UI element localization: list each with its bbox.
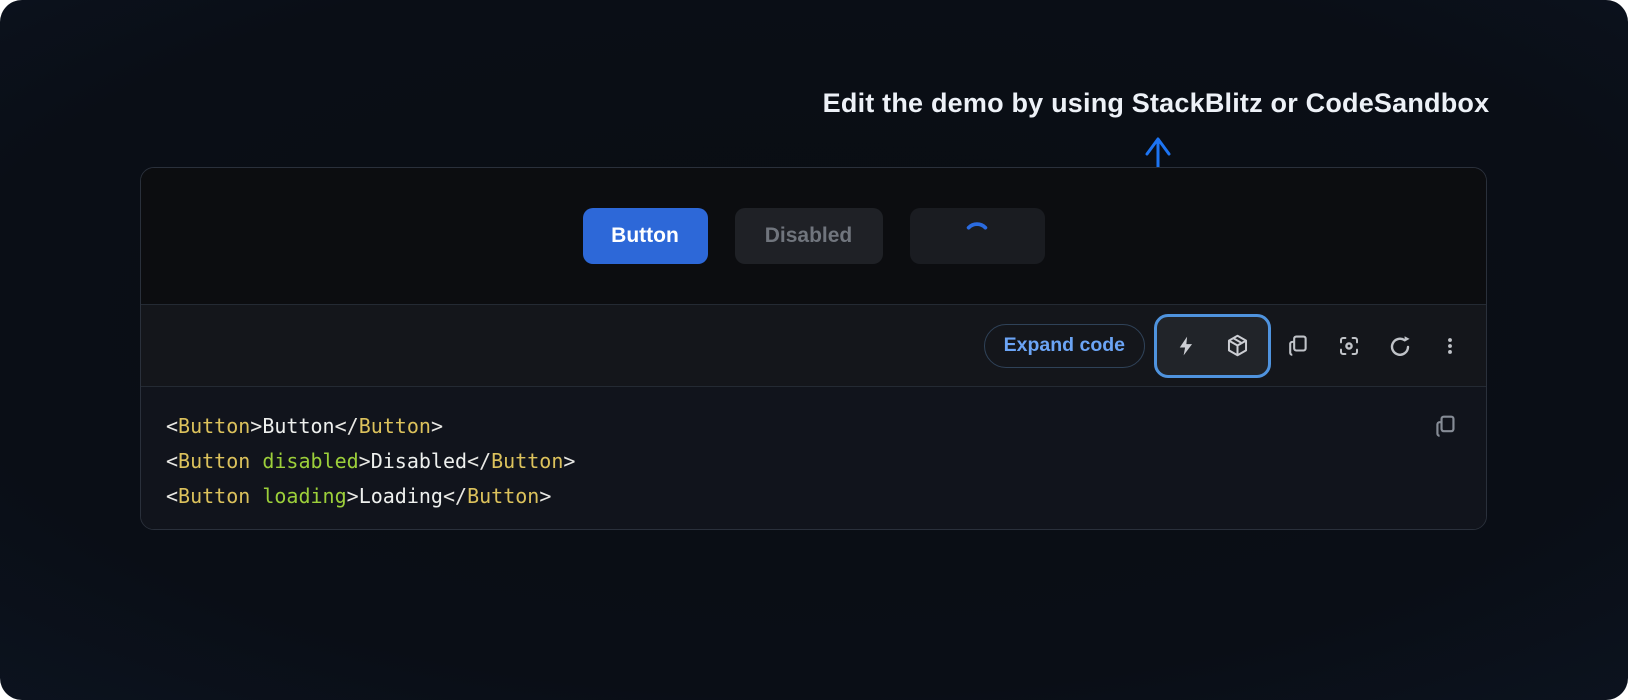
editor-links-group (1154, 314, 1271, 378)
loading-spinner-icon (962, 221, 992, 251)
focus-scan-button[interactable] (1337, 334, 1361, 358)
annotation-text: Edit the demo by using StackBlitz or Cod… (823, 88, 1490, 119)
refresh-icon (1388, 334, 1412, 358)
stackblitz-button[interactable] (1175, 334, 1197, 358)
code-line: <Button>Button</Button> (166, 409, 1460, 444)
kebab-menu-icon (1439, 334, 1461, 358)
code-block: <Button>Button</Button><Button disabled>… (141, 387, 1486, 529)
refresh-button[interactable] (1388, 334, 1412, 358)
arrow-head (1147, 139, 1169, 154)
code-copy-button[interactable] (1432, 413, 1458, 439)
code-lines: <Button>Button</Button><Button disabled>… (166, 409, 1460, 514)
demo-card: Button Disabled Expand code (140, 167, 1487, 530)
kebab-menu-button[interactable] (1439, 334, 1461, 358)
copy-code-button[interactable] (1285, 333, 1310, 358)
demo-button-primary[interactable]: Button (583, 208, 708, 264)
demo-button-disabled[interactable]: Disabled (735, 208, 883, 264)
screen: Edit the demo by using StackBlitz or Cod… (0, 0, 1628, 700)
demo-preview: Button Disabled (141, 168, 1486, 304)
focus-scan-icon (1337, 334, 1361, 358)
copy-icon (1285, 333, 1310, 358)
codesandbox-button[interactable] (1225, 333, 1250, 358)
expand-code-button[interactable]: Expand code (984, 324, 1145, 368)
codesandbox-cube-icon (1225, 333, 1250, 358)
code-line: <Button disabled>Disabled</Button> (166, 444, 1460, 479)
demo-toolbar: Expand code (141, 304, 1486, 387)
stackblitz-lightning-icon (1175, 334, 1197, 358)
copy-icon (1432, 413, 1458, 439)
demo-button-loading[interactable] (910, 208, 1045, 264)
code-line: <Button loading>Loading</Button> (166, 479, 1460, 514)
